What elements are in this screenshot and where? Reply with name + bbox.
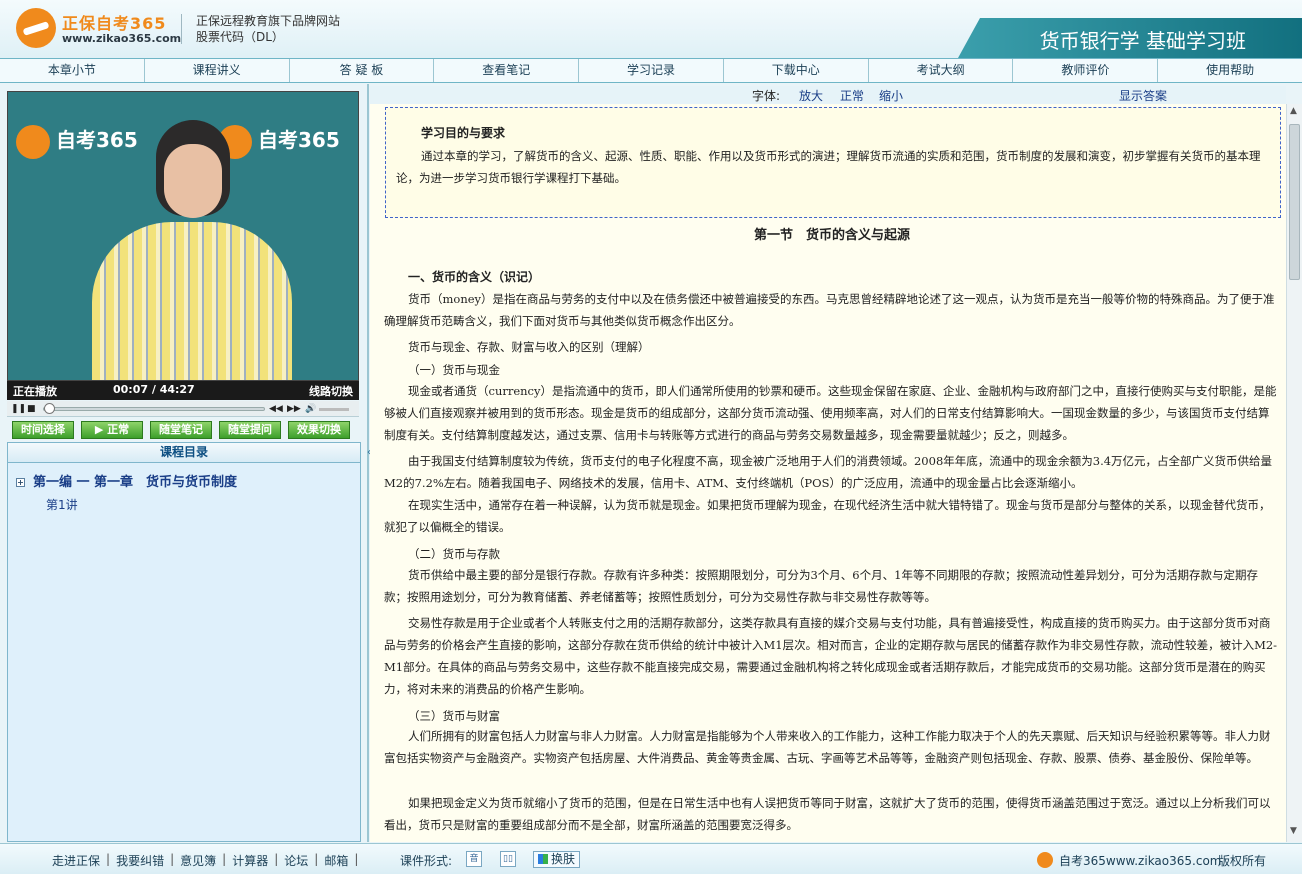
courseware-form-label: 课件形式: xyxy=(400,854,453,868)
paragraph: 货币与现金、存款、财富与收入的区别（理解） xyxy=(408,340,650,354)
subheading-money-wealth: （三）货币与财富 xyxy=(408,709,500,723)
seek-bar[interactable] xyxy=(43,407,265,411)
font-enlarge-link[interactable]: 放大 xyxy=(799,87,823,104)
lecture-content: 学习目的与要求 通过本章的学习，了解货币的含义、起源、性质、职能、作用以及货币形… xyxy=(370,104,1286,842)
site-logo[interactable] xyxy=(16,8,56,48)
skin-switch-button[interactable]: 换肤 xyxy=(533,851,581,868)
footer-logo xyxy=(1037,852,1053,868)
paragraph: 现金或者通货（currency）是指流通中的货币，即人们通常所使用的钞票和硬币。… xyxy=(384,384,1277,442)
header-divider xyxy=(181,14,182,44)
footer-link-calculator[interactable]: 计算器 xyxy=(232,852,268,869)
audio-mode-icon[interactable]: 音 xyxy=(466,851,482,867)
logo-text: 正保自考365 xyxy=(62,14,167,33)
font-label: 字体: xyxy=(752,89,781,103)
video-player[interactable]: 自考365 自考365 xyxy=(7,91,359,381)
forward-icon[interactable]: ▶▶ xyxy=(287,403,301,415)
pause-icon[interactable]: ❚❚ xyxy=(11,403,26,415)
logo-url: www.zikao365.com xyxy=(62,32,182,45)
panel-splitter[interactable] xyxy=(367,84,369,842)
goals-title: 学习目的与要求 xyxy=(421,126,506,140)
goals-text: 通过本章的学习，了解货币的含义、起源、性质、职能、作用以及货币形式的演进；理解货… xyxy=(396,149,1261,185)
left-panel: 自考365 自考365 正在播放 00:07 / 44:27 线路切换 ❚❚ ■… xyxy=(7,91,361,842)
learning-goals-box: 学习目的与要求 通过本章的学习，了解货币的含义、起源、性质、职能、作用以及货币形… xyxy=(385,107,1281,218)
video-watermark: 自考365 xyxy=(16,124,166,164)
footer-link-about[interactable]: 走进正保 xyxy=(52,852,100,869)
line-switch-button[interactable]: 线路切换 xyxy=(309,383,353,399)
nav-teacher-review[interactable]: 教师评价 xyxy=(1013,59,1159,82)
scroll-up-icon[interactable]: ▲ xyxy=(1290,106,1297,116)
footer-link-mail[interactable]: 邮箱 xyxy=(324,852,348,869)
nav-chapter-summary[interactable]: 本章小节 xyxy=(0,59,145,82)
header: 正保自考365 www.zikao365.com 正保远程教育旗下品牌网站 股票… xyxy=(0,0,1302,58)
subheading-money-cash: （一）货币与现金 xyxy=(408,363,500,377)
nav-lecture-notes[interactable]: 课程讲义 xyxy=(145,59,290,82)
normal-speed-button[interactable]: ▶ 正常 xyxy=(81,421,143,439)
footer-link-forum[interactable]: 论坛 xyxy=(284,852,308,869)
main-nav: 本章小节 课程讲义 答 疑 板 查看笔记 学习记录 下载中心 考试大纲 教师评价… xyxy=(0,58,1302,83)
rewind-icon[interactable]: ◀◀ xyxy=(269,403,283,415)
nav-help[interactable]: 使用帮助 xyxy=(1158,59,1302,82)
video-watermark: 自考365 xyxy=(218,124,358,164)
paragraph: 货币供给中最主要的部分是银行存款。存款有许多种类：按照期限划分，可分为3个月、6… xyxy=(384,568,1258,604)
font-normal-link[interactable]: 正常 xyxy=(840,87,864,104)
footer-links: 走进正保 | 我要纠错 | 意见簿 | 计算器 | 论坛 | 邮箱 | xyxy=(52,852,359,869)
time-select-button[interactable]: 时间选择 xyxy=(12,421,74,439)
expand-icon[interactable]: + xyxy=(16,478,25,487)
player-controls: ❚❚ ■ ◀◀ ▶▶ 🔊 xyxy=(7,401,359,417)
nav-view-notes[interactable]: 查看笔记 xyxy=(434,59,580,82)
nav-download-center[interactable]: 下载中心 xyxy=(724,59,869,82)
class-question-button[interactable]: 随堂提问 xyxy=(219,421,281,439)
catalog-title: 课程目录 xyxy=(8,443,360,463)
catalog-node-label[interactable]: 第一编 一 第一章 货币与货币制度 xyxy=(33,475,237,490)
subheading-money-deposit: （二）货币与存款 xyxy=(408,547,500,561)
font-shrink-link[interactable]: 缩小 xyxy=(879,87,903,104)
font-toolbar: 字体: 放大 正常 缩小 显示答案 xyxy=(370,86,1286,104)
split-layout-icon[interactable]: ▯▯ xyxy=(500,851,516,867)
stock-code: 股票代码（DL） xyxy=(196,30,284,44)
volume-slider[interactable] xyxy=(319,408,349,411)
palette-icon xyxy=(538,854,548,864)
footer-site[interactable]: 自考365www.zikao365.com xyxy=(1059,852,1221,869)
stop-icon[interactable]: ■ xyxy=(27,403,36,415)
effect-switch-button[interactable]: 效果切换 xyxy=(288,421,350,439)
presenter xyxy=(92,222,292,380)
course-catalog: 课程目录 + 第一编 一 第一章 货币与货币制度 第1讲 xyxy=(7,442,361,842)
paragraph: 人们所拥有的财富包括人力财富与非人力财富。人力财富是指能够为个人带来收入的工作能… xyxy=(384,729,1271,765)
catalog-lesson[interactable]: 第1讲 xyxy=(46,496,78,513)
nav-exam-syllabus[interactable]: 考试大纲 xyxy=(869,59,1014,82)
paragraph: 由于我国支付结算制度较为传统，货币支付的电子化程度不高，现金被广泛地用于人们的消… xyxy=(384,454,1273,490)
footer-link-feedback[interactable]: 意见簿 xyxy=(180,852,216,869)
video-status-bar: 正在播放 00:07 / 44:27 线路切换 xyxy=(7,381,359,400)
paragraph: 交易性存款是用于企业或者个人转账支付之用的活期存款部分，这类存款具有直接的媒介交… xyxy=(384,616,1278,696)
scroll-down-icon[interactable]: ▼ xyxy=(1290,826,1297,836)
paragraph: 货币（money）是指在商品与劳务的支付中以及在债务偿还中被普遍接受的东西。马克… xyxy=(384,292,1275,328)
footer: 走进正保 | 我要纠错 | 意见簿 | 计算器 | 论坛 | 邮箱 | 课件形式: 音 ▯▯… xyxy=(0,843,1302,874)
video-time: 00:07 / 44:27 xyxy=(113,383,195,396)
nav-qa-board[interactable]: 答 疑 板 xyxy=(290,59,435,82)
paragraph: 在现实生活中，通常存在着一种误解，认为货币就是现金。如果把货币理解为现金，在现代… xyxy=(384,498,1271,534)
copyright-link[interactable]: 版权所有 xyxy=(1218,852,1266,869)
nav-study-record[interactable]: 学习记录 xyxy=(579,59,724,82)
class-note-button[interactable]: 随堂笔记 xyxy=(150,421,212,439)
footer-link-report-error[interactable]: 我要纠错 xyxy=(116,852,164,869)
scroll-thumb[interactable] xyxy=(1289,124,1300,280)
paragraph: 如果把现金定义为货币就缩小了货币的范围，但是在日常生活中也有人误把货币等同于财富… xyxy=(384,796,1271,832)
heading-money-meaning: 一、货币的含义（识记） xyxy=(408,270,541,284)
play-status: 正在播放 xyxy=(13,385,57,398)
player-button-row: 时间选择 ▶ 正常 随堂笔记 随堂提问 效果切换 xyxy=(7,419,359,441)
presenter-face xyxy=(164,144,222,218)
catalog-node[interactable]: + 第一编 一 第一章 货币与货币制度 xyxy=(16,471,237,490)
brand-slogan: 正保远程教育旗下品牌网站 xyxy=(196,14,341,28)
volume-icon[interactable]: 🔊 xyxy=(305,403,316,415)
course-title: 货币银行学 基础学习班 xyxy=(1039,29,1246,53)
content-scrollbar[interactable]: ▲ ▼ xyxy=(1286,104,1302,842)
section-title: 第一节 货币的含义与起源 xyxy=(753,228,910,243)
show-answer-link[interactable]: 显示答案 xyxy=(1119,87,1167,104)
seek-handle[interactable] xyxy=(43,403,55,414)
